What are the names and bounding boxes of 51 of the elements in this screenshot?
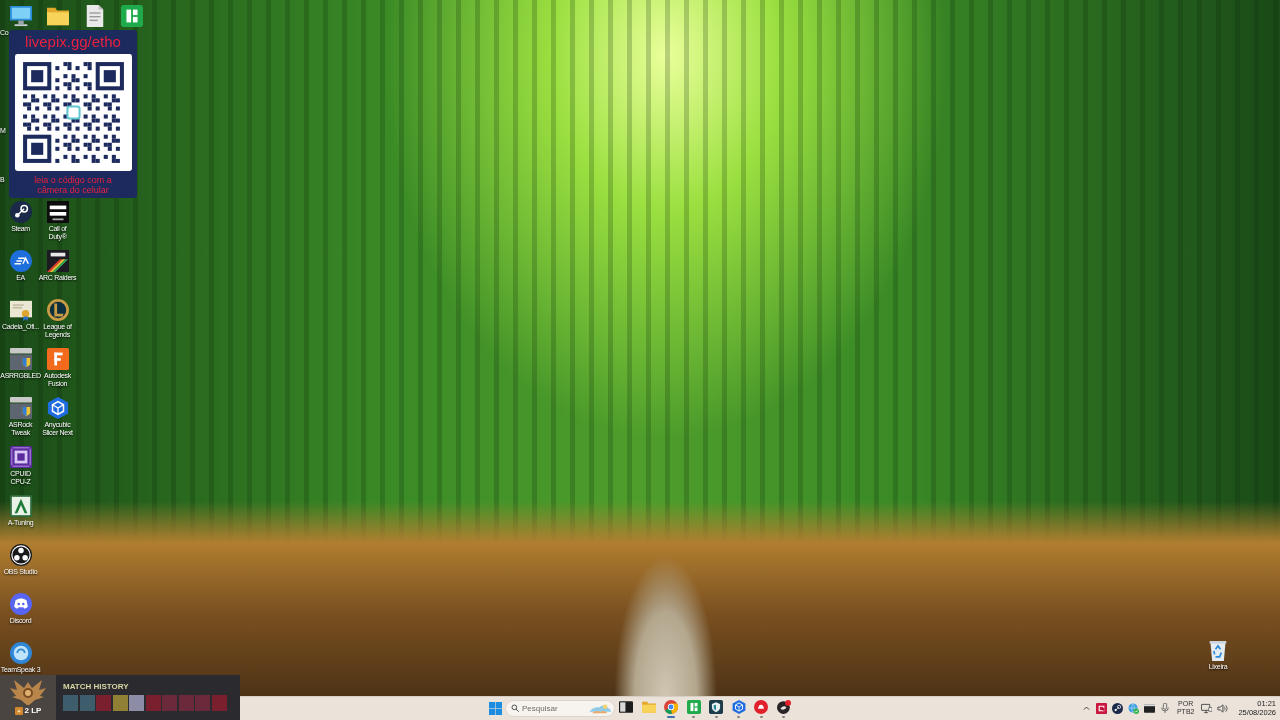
champion-portrait-photo [63,695,78,711]
champion-portrait-photo [96,695,111,711]
champion-portrait-photo [145,695,161,711]
recycle-bin-icon[interactable] [1208,641,1228,661]
screen-icon[interactable] [1144,702,1156,714]
champion-portrait-photo [195,695,210,711]
champion-portrait-photo [178,695,194,711]
folder-icon[interactable] [46,5,69,27]
champion-portrait-photo [211,695,227,711]
striped-tile-icon[interactable] [46,201,69,223]
chip-icon[interactable] [9,446,32,468]
champion-portrait-photo [79,695,95,711]
three-circles-disc-icon[interactable] [9,544,32,566]
square-logo-icon[interactable] [1096,702,1108,714]
striped-disc-icon[interactable] [9,250,32,272]
triangle-tile-icon[interactable] [9,495,32,517]
cube-icon[interactable] [731,700,746,714]
shield-tile-icon[interactable] [709,700,724,714]
ring-icon[interactable] [9,642,32,664]
search-icon [511,704,519,712]
face-disc-icon[interactable] [9,593,32,615]
certificate-icon[interactable] [9,299,32,321]
rank-badge-icon [14,706,23,715]
tricolor-disc-icon[interactable] [664,700,679,714]
monitor-icon[interactable] [9,5,32,27]
qr-code-icon [14,54,132,171]
window-icon[interactable] [619,700,634,714]
match-history-title: MATCH HISTORY [63,682,130,692]
disc-with-badge-icon[interactable] [776,700,791,714]
champion-portrait-photo [162,695,177,711]
overlay-caption: leia o código com a câmera do celular [33,175,113,195]
ring-disc-icon[interactable] [1112,702,1124,714]
winged-emblem-icon [10,678,46,705]
monitor-icon[interactable] [1200,702,1212,714]
window-tile-icon[interactable] [9,348,32,370]
emblem-icon[interactable] [46,299,69,321]
champion-portrait-photo [112,695,128,711]
grid-tile-icon[interactable] [120,5,143,27]
square-tile-icon[interactable] [46,348,69,370]
ring-disc-icon[interactable] [9,201,32,223]
highlight-illustration-icon [589,702,611,714]
disc-icon[interactable] [754,700,769,714]
champion-portrait-photo [129,695,144,711]
league-points-text: 2 LP [24,706,42,715]
diagonal-stripes-tile-icon[interactable] [46,250,69,272]
cube-icon[interactable] [46,397,69,419]
microphone-icon[interactable] [1160,703,1171,713]
overlay-link-text: livepix.gg/etho [25,32,121,52]
volume-icon[interactable] [1216,702,1228,714]
globe-check-icon[interactable] [1128,702,1140,714]
window-tile-icon[interactable] [9,397,32,419]
